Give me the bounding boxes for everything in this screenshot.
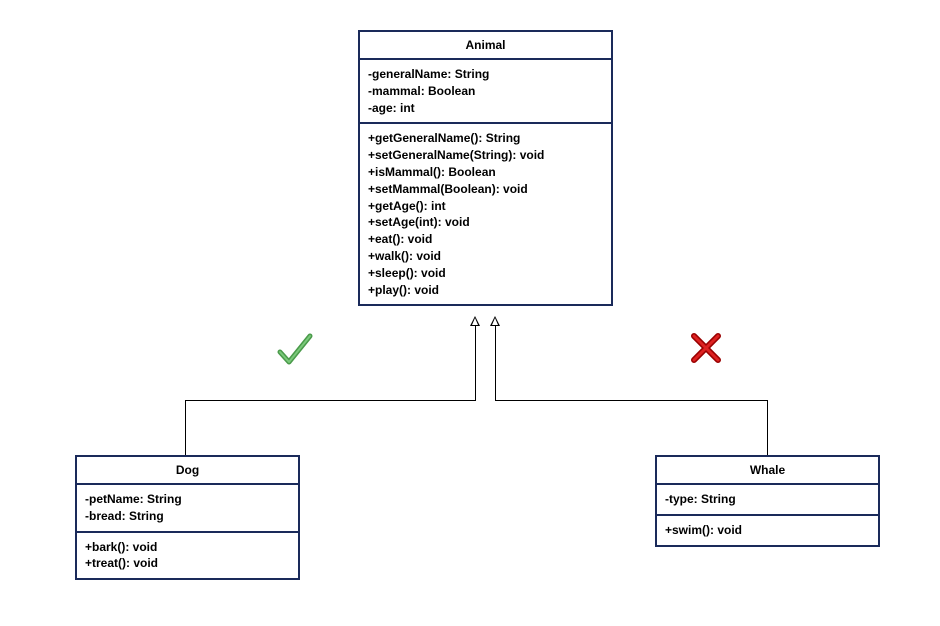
xmark-icon	[688, 330, 724, 374]
method-row: +isMammal(): Boolean	[368, 164, 603, 181]
attribute-row: -bread: String	[85, 508, 290, 525]
uml-class-animal: Animal -generalName: String -mammal: Boo…	[358, 30, 613, 306]
connector-line	[495, 400, 767, 401]
methods-section: +getGeneralName(): String +setGeneralNam…	[360, 124, 611, 304]
method-row: +treat(): void	[85, 555, 290, 572]
attribute-row: -petName: String	[85, 491, 290, 508]
inheritance-arrow-whale	[490, 316, 500, 326]
method-row: +walk(): void	[368, 248, 603, 265]
connector-line	[185, 400, 476, 401]
method-row: +sleep(): void	[368, 265, 603, 282]
inheritance-arrow-dog	[470, 316, 480, 326]
connector-line	[475, 326, 476, 400]
checkmark-icon	[275, 330, 315, 379]
attribute-row: -type: String	[665, 491, 870, 508]
method-row: +bark(): void	[85, 539, 290, 556]
attribute-row: -age: int	[368, 100, 603, 117]
method-row: +setGeneralName(String): void	[368, 147, 603, 164]
class-title: Dog	[77, 457, 298, 485]
connector-line	[495, 326, 496, 400]
attributes-section: -generalName: String -mammal: Boolean -a…	[360, 60, 611, 124]
method-row: +setMammal(Boolean): void	[368, 181, 603, 198]
class-title: Animal	[360, 32, 611, 60]
method-row: +eat(): void	[368, 231, 603, 248]
methods-section: +swim(): void	[657, 516, 878, 545]
attributes-section: -petName: String -bread: String	[77, 485, 298, 533]
method-row: +play(): void	[368, 282, 603, 299]
class-title: Whale	[657, 457, 878, 485]
uml-class-dog: Dog -petName: String -bread: String +bar…	[75, 455, 300, 580]
attributes-section: -type: String	[657, 485, 878, 516]
attribute-row: -mammal: Boolean	[368, 83, 603, 100]
attribute-row: -generalName: String	[368, 66, 603, 83]
method-row: +swim(): void	[665, 522, 870, 539]
method-row: +getGeneralName(): String	[368, 130, 603, 147]
connector-line	[185, 400, 186, 455]
connector-line	[767, 400, 768, 455]
method-row: +getAge(): int	[368, 198, 603, 215]
uml-class-whale: Whale -type: String +swim(): void	[655, 455, 880, 547]
method-row: +setAge(int): void	[368, 214, 603, 231]
methods-section: +bark(): void +treat(): void	[77, 533, 298, 579]
